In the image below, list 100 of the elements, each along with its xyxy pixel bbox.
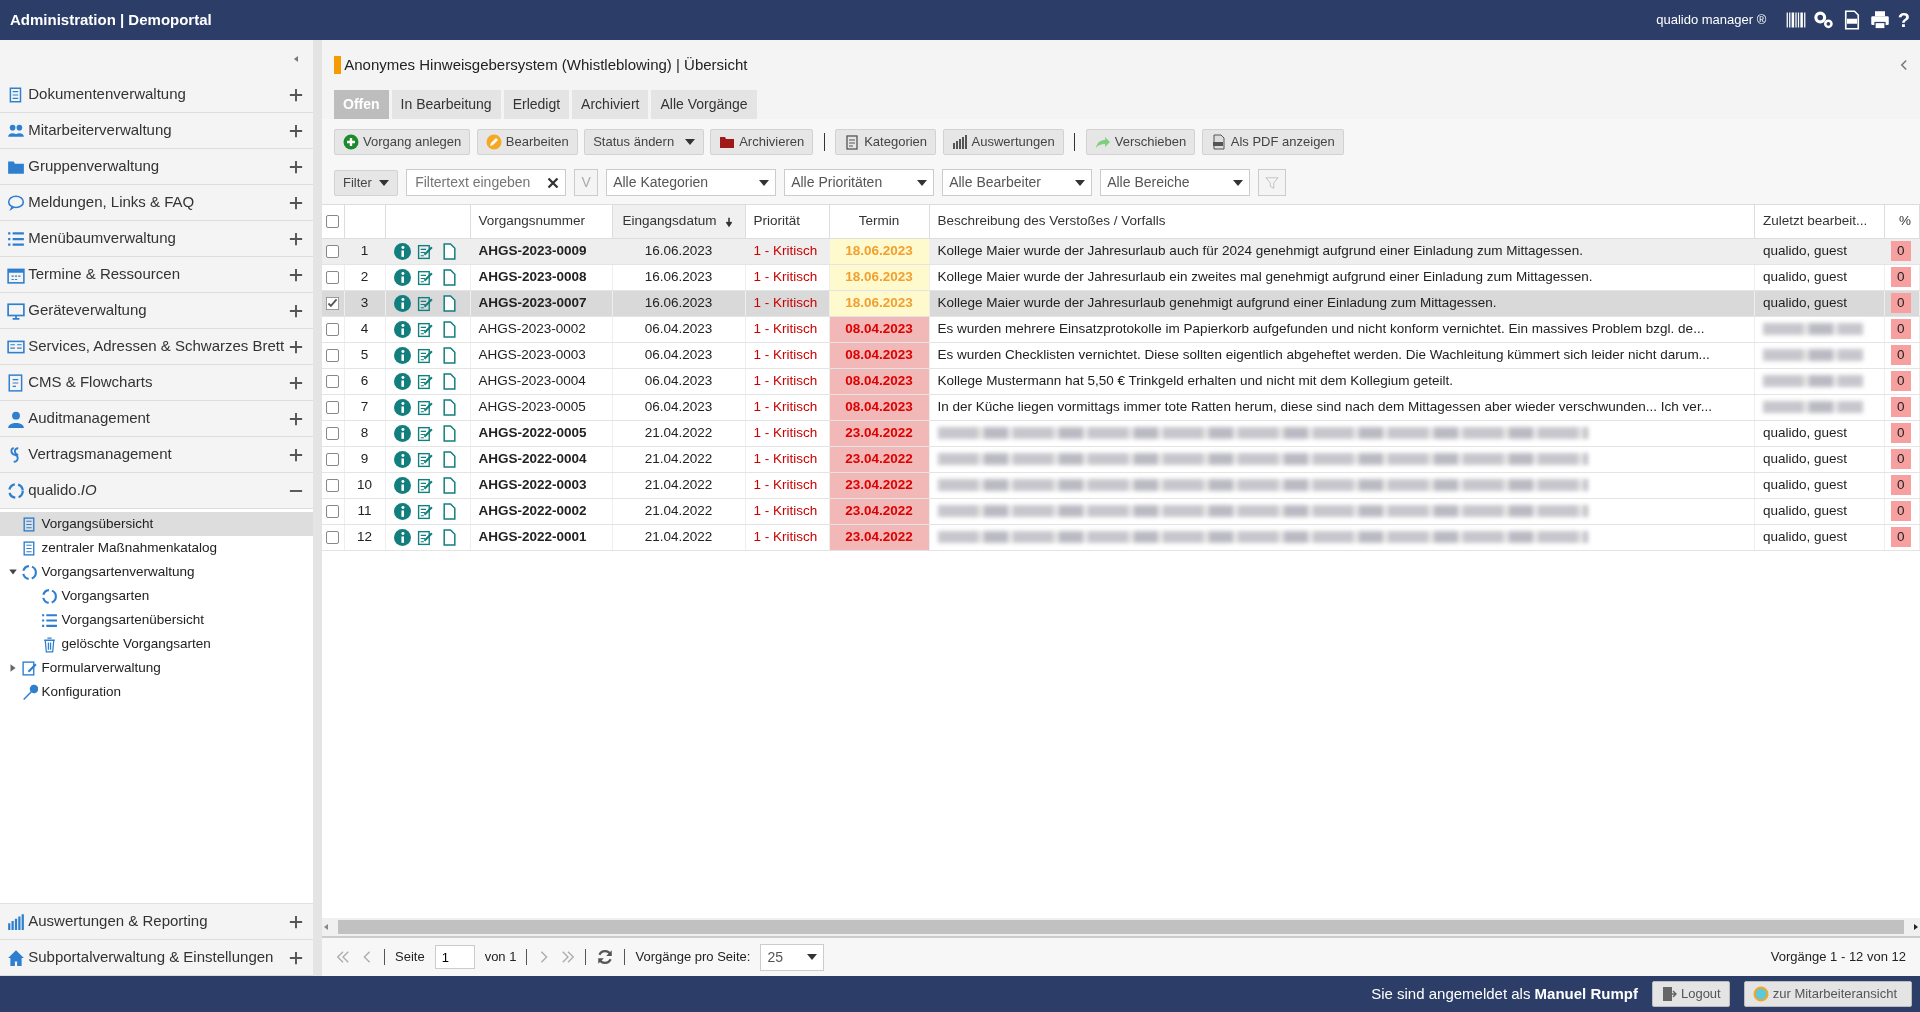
checkbox[interactable]	[326, 426, 339, 440]
plus-icon[interactable]	[289, 447, 303, 462]
clear-icon[interactable]	[547, 176, 560, 189]
info-icon[interactable]	[393, 242, 411, 260]
plus-icon[interactable]	[289, 231, 303, 246]
collapsed-arrow-icon[interactable]	[8, 663, 18, 674]
column-header[interactable]: Beschreibung des Verstoßes / Vorfalls	[937, 213, 1166, 229]
help-button[interactable]: ?	[1897, 5, 1910, 35]
document-icon[interactable]	[440, 320, 458, 338]
barcode-icon[interactable]	[1785, 10, 1806, 30]
column-header[interactable]: %	[1899, 213, 1911, 229]
scroll-right-icon[interactable]	[1912, 923, 1920, 931]
employee-view-button[interactable]: zur Mitarbeiteransicht	[1743, 981, 1912, 1007]
tab[interactable]: In Bearbeitung	[391, 90, 501, 119]
info-icon[interactable]	[393, 476, 411, 494]
plus-icon[interactable]	[289, 375, 303, 390]
info-icon[interactable]	[393, 528, 411, 546]
tree-item[interactable]: Vorgangsarten	[61, 586, 150, 607]
plus-icon[interactable]	[289, 267, 303, 282]
per-page-select[interactable]: 25	[760, 943, 825, 971]
plus-icon[interactable]	[289, 914, 303, 929]
edit-icon[interactable]	[417, 476, 434, 494]
document-icon[interactable]	[440, 294, 458, 312]
edit-icon[interactable]	[417, 424, 434, 442]
checkbox[interactable]	[326, 348, 339, 362]
filter-field[interactable]: Filtertext eingeben	[406, 169, 567, 196]
checkbox[interactable]	[326, 530, 339, 544]
checkbox[interactable]	[326, 244, 339, 258]
plus-icon[interactable]	[289, 87, 303, 102]
filter-select[interactable]: Alle Kategorien	[606, 169, 777, 196]
document-icon[interactable]	[440, 424, 458, 442]
info-icon[interactable]	[393, 450, 411, 468]
toolbar-button[interactable]: Vorgang anlegen	[334, 129, 471, 155]
info-icon[interactable]	[393, 424, 411, 442]
document-icon[interactable]	[440, 268, 458, 286]
tree-item[interactable]: Vorgangsartenübersicht	[61, 610, 205, 631]
document-icon[interactable]	[440, 398, 458, 416]
document-icon[interactable]	[440, 450, 458, 468]
edit-icon[interactable]	[417, 502, 434, 520]
edit-icon[interactable]	[417, 450, 434, 468]
column-header[interactable]: Vorgangsnummer	[478, 213, 586, 229]
tree-item[interactable]: Vorgangsartenverwaltung	[41, 562, 195, 583]
filter-button[interactable]: Filter	[334, 169, 399, 196]
document-icon[interactable]	[440, 502, 458, 520]
edit-icon[interactable]	[417, 294, 434, 312]
checkbox[interactable]	[326, 400, 339, 414]
checkbox[interactable]	[326, 270, 339, 284]
checkbox[interactable]	[326, 296, 339, 310]
document-icon[interactable]	[440, 346, 458, 364]
checkbox[interactable]	[326, 322, 339, 336]
edit-icon[interactable]	[417, 268, 434, 286]
edit-icon[interactable]	[417, 528, 434, 546]
info-icon[interactable]	[393, 320, 411, 338]
info-icon[interactable]	[393, 346, 411, 364]
tab[interactable]: Erledigt	[503, 90, 570, 119]
info-icon[interactable]	[393, 398, 411, 416]
toolbar-button[interactable]: Als PDF anzeigen	[1201, 129, 1344, 155]
edit-icon[interactable]	[417, 398, 434, 416]
edit-icon[interactable]	[417, 346, 434, 364]
refresh-icon[interactable]	[596, 948, 615, 966]
edit-icon[interactable]	[417, 320, 434, 338]
tree-item[interactable]: Formularverwaltung	[41, 658, 161, 679]
document-icon[interactable]	[440, 242, 458, 260]
checkbox[interactable]	[326, 504, 339, 518]
tree-item[interactable]: Konfiguration	[41, 682, 122, 703]
checkbox[interactable]	[326, 452, 339, 466]
toolbar-button[interactable]: Archivieren	[710, 129, 814, 155]
document-icon[interactable]	[440, 372, 458, 390]
checkbox[interactable]	[326, 478, 339, 492]
page-field[interactable]: 1	[434, 945, 475, 969]
toolbar-button[interactable]: Auswertungen	[942, 129, 1064, 155]
collapse-arrow-icon[interactable]	[292, 53, 300, 64]
document-icon[interactable]	[440, 476, 458, 494]
plus-icon[interactable]	[289, 950, 303, 965]
plus-icon[interactable]	[289, 303, 303, 318]
toolbar-button[interactable]: Bearbeiten	[476, 129, 578, 155]
select-all-checkbox[interactable]	[326, 215, 339, 229]
tree-item[interactable]: gelöschte Vorgangsarten	[61, 634, 211, 655]
document-icon[interactable]	[440, 528, 458, 546]
plus-icon[interactable]	[289, 159, 303, 174]
column-header[interactable]: Termin	[858, 213, 900, 229]
plus-icon[interactable]	[289, 411, 303, 426]
scroll-left-icon[interactable]	[322, 923, 330, 931]
edit-icon[interactable]	[417, 372, 434, 390]
filter-select[interactable]: Alle Bearbeiter	[942, 169, 1093, 196]
printer-icon[interactable]	[1869, 10, 1890, 30]
column-header[interactable]: Priorität	[753, 213, 800, 229]
column-header[interactable]: Zuletzt bearbeit...	[1763, 213, 1868, 229]
scrollbar-thumb[interactable]	[338, 920, 1904, 934]
plus-icon[interactable]	[289, 195, 303, 210]
info-icon[interactable]	[393, 372, 411, 390]
info-icon[interactable]	[393, 294, 411, 312]
toolbar-button[interactable]: Verschieben	[1085, 129, 1196, 155]
filter-select[interactable]: Alle Bereiche	[1100, 169, 1251, 196]
tree-item[interactable]: zentraler Maßnahmenkatalog	[41, 538, 218, 559]
gears-icon[interactable]	[1813, 10, 1834, 30]
tab[interactable]: Archiviert	[572, 90, 649, 119]
plus-icon[interactable]	[289, 123, 303, 138]
filter-select[interactable]: Alle Prioritäten	[784, 169, 935, 196]
checkbox[interactable]	[326, 374, 339, 388]
